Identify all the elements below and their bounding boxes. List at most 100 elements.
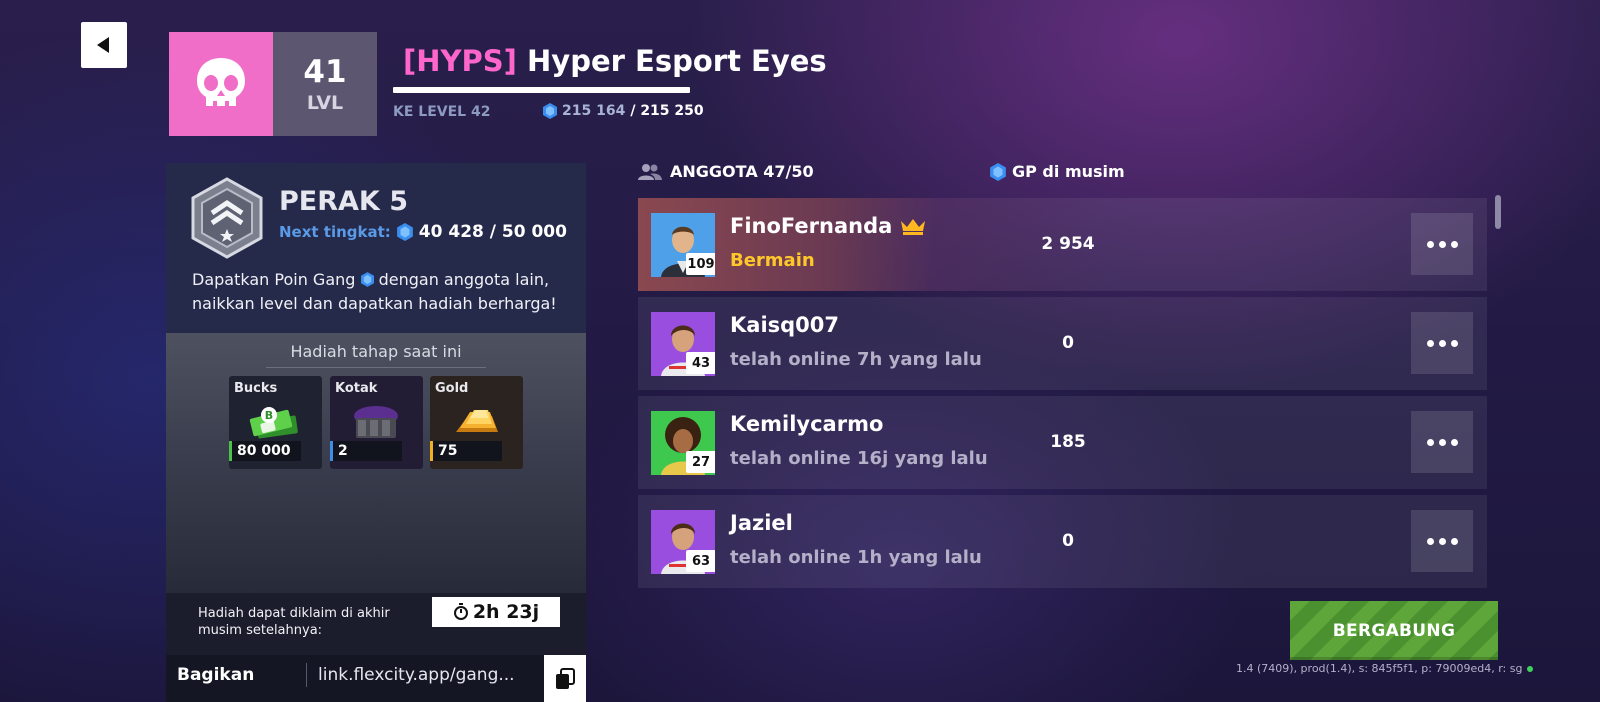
member-gp: 0 (1062, 531, 1074, 551)
more-dot-icon (1450, 339, 1458, 347)
share-label: Bagikan (177, 665, 255, 685)
xp-total: / 215 250 (630, 103, 704, 119)
gang-emblem (169, 32, 273, 136)
back-arrow-icon (97, 37, 109, 53)
gang-point-icon (543, 103, 557, 119)
member-row[interactable]: 43 Kaisq007 telah online 7h yang lalu 0 (638, 297, 1487, 390)
gang-tag: [HYPS] (403, 44, 517, 78)
share-link[interactable]: link.flexcity.app/gang... (318, 665, 515, 685)
member-row[interactable]: 63 Jaziel telah online 1h yang lalu 0 (638, 495, 1487, 588)
member-row[interactable]: 109 FinoFernanda Bermain 2 954 (638, 198, 1487, 291)
avatar: 43 (651, 312, 715, 376)
current-rewards: Hadiah tahap saat ini Bucks B 80 000 Kot… (166, 333, 586, 593)
gang-xp-bar (393, 87, 690, 93)
next-tier: Next tingkat: 40 428 / 50 000 (279, 222, 567, 242)
gang-rank-panel: PERAK 5 Next tingkat: 40 428 / 50 000 Da… (166, 163, 586, 593)
member-status: telah online 16j yang lalu (730, 448, 988, 469)
member-name-text: Kemilycarmo (730, 412, 884, 436)
silver-rank-badge-icon (191, 177, 263, 259)
more-options-button[interactable] (1411, 213, 1473, 275)
skull-icon (197, 58, 245, 106)
more-dot-icon (1450, 537, 1458, 545)
member-gp: 0 (1062, 333, 1074, 353)
member-gp: 2 954 (1041, 234, 1095, 254)
more-dot-icon (1438, 339, 1446, 347)
gp-header: GP di musim (990, 162, 1125, 181)
gang-title: [HYPS] Hyper Esport Eyes (403, 44, 827, 78)
stopwatch-icon (453, 603, 468, 620)
next-tier-progress: 40 428 / 50 000 (418, 222, 567, 242)
season-timer: 2h 23j (432, 597, 560, 627)
gold-bar-icon (456, 410, 498, 432)
more-dot-icon (1438, 240, 1446, 248)
claim-text: Hadiah dapat diklaim di akhir musim sete… (198, 606, 390, 638)
gp-season-label: GP di musim (1012, 162, 1125, 181)
member-name: Jaziel (730, 511, 793, 535)
gang-level-number: 41 (303, 54, 347, 90)
reward-gold[interactable]: Gold 75 (430, 376, 523, 469)
rank-description-part1: Dapatkan Poin Gang (192, 270, 361, 289)
members-count-label: ANGGOTA 47/50 (670, 162, 814, 181)
more-options-button[interactable] (1411, 411, 1473, 473)
more-dot-icon (1426, 438, 1434, 446)
reward-label: Gold (435, 381, 469, 396)
player-level: 109 (686, 253, 715, 275)
rank-title: PERAK 5 (279, 186, 409, 217)
reward-bucks[interactable]: Bucks B 80 000 (229, 376, 322, 469)
rewards-divider (266, 367, 486, 368)
build-info: 1.4 (7409), prod(1.4), s: 845f5f1, p: 79… (1236, 662, 1534, 675)
more-dot-icon (1438, 438, 1446, 446)
build-info-text: 1.4 (7409), prod(1.4), s: 845f5f1, p: 79… (1236, 662, 1523, 675)
next-level-label: KE LEVEL 42 (393, 104, 491, 120)
xp-current: 215 164 (562, 103, 626, 119)
member-name: Kaisq007 (730, 313, 839, 337)
member-name-text: Kaisq007 (730, 313, 840, 337)
member-name: Kemilycarmo (730, 412, 883, 436)
more-dot-icon (1426, 537, 1434, 545)
join-button[interactable]: BERGABUNG (1290, 601, 1498, 660)
gang-point-icon (360, 272, 374, 287)
claim-info: Hadiah dapat diklaim di akhir musim sete… (166, 593, 586, 655)
member-gp: 185 (1050, 432, 1086, 452)
more-options-button[interactable] (1411, 510, 1473, 572)
gang-level-box: 41 LVL (273, 32, 377, 136)
player-level: 63 (686, 550, 715, 572)
member-name: FinoFernanda (730, 214, 926, 238)
more-dot-icon (1426, 240, 1434, 248)
member-status: Bermain (730, 250, 815, 271)
member-status: telah online 1h yang lalu (730, 547, 982, 568)
bucks-cash-icon: B (249, 407, 298, 439)
share-divider (306, 663, 307, 687)
timer-value: 2h 23j (472, 601, 540, 623)
member-name-text: Jaziel (730, 511, 793, 535)
more-options-button[interactable] (1411, 312, 1473, 374)
group-icon (638, 163, 662, 180)
player-level: 27 (686, 451, 715, 473)
next-tier-label: Next tingkat: (279, 223, 391, 241)
gang-xp: 215 164 / 215 250 (543, 103, 704, 119)
copy-icon (556, 667, 575, 689)
rewards-title: Hadiah tahap saat ini (290, 342, 462, 361)
avatar: 109 (651, 213, 715, 277)
gang-point-icon (990, 162, 1006, 181)
member-row[interactable]: 27 Kemilycarmo telah online 16j yang lal… (638, 396, 1487, 489)
avatar: 63 (651, 510, 715, 574)
more-dot-icon (1426, 339, 1434, 347)
gang-level-label: LVL (306, 92, 344, 114)
members-scrollbar[interactable] (1495, 195, 1501, 229)
back-button[interactable] (81, 22, 127, 68)
gang-point-icon (396, 223, 413, 241)
reward-amount: 2 (330, 441, 402, 461)
member-name-text: FinoFernanda (730, 214, 893, 238)
share-bar: Bagikan link.flexcity.app/gang... (166, 655, 586, 702)
rank-summary: PERAK 5 Next tingkat: 40 428 / 50 000 Da… (166, 163, 586, 333)
loot-box-icon (354, 406, 398, 438)
copy-link-button[interactable] (544, 655, 586, 702)
gang-name: Hyper Esport Eyes (516, 44, 827, 78)
reward-box[interactable]: Kotak 2 (330, 376, 423, 469)
player-level: 43 (686, 352, 715, 374)
avatar: 27 (651, 411, 715, 475)
reward-amount: 75 (430, 441, 502, 461)
reward-label: Bucks (234, 381, 278, 396)
reward-label: Kotak (335, 381, 378, 396)
